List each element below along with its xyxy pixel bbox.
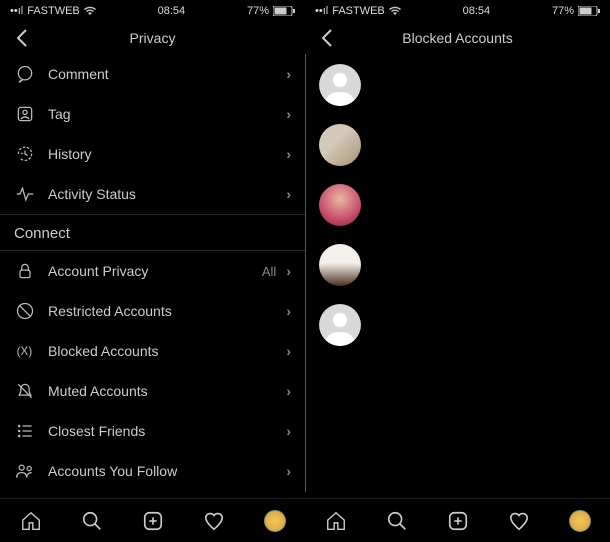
avatar-photo xyxy=(319,184,361,226)
battery-icon xyxy=(273,6,295,16)
page-title: Blocked Accounts xyxy=(402,30,513,46)
lock-icon xyxy=(14,260,36,282)
menu-item-account-privacy[interactable]: Account Privacy All › xyxy=(0,251,305,291)
menu-value: All xyxy=(262,264,276,279)
wifi-icon xyxy=(84,6,96,16)
chevron-right-icon: › xyxy=(286,66,291,82)
nav-create-icon[interactable] xyxy=(446,509,470,533)
menu-label: Comment xyxy=(48,66,286,82)
signal-icon: ••ıl xyxy=(10,5,23,17)
menu-label: Accounts You Follow xyxy=(48,463,286,479)
blocked-icon: (X) xyxy=(14,340,36,362)
avatar-photo xyxy=(319,244,361,286)
nav-home-icon[interactable] xyxy=(324,509,348,533)
menu-item-follow[interactable]: Accounts You Follow › xyxy=(0,451,305,491)
page-title: Privacy xyxy=(130,30,176,46)
nav-profile-icon[interactable] xyxy=(263,509,287,533)
avatar-placeholder xyxy=(319,304,361,346)
chevron-right-icon: › xyxy=(286,106,291,122)
battery-percent: 77% xyxy=(247,5,269,17)
menu-item-activity-status[interactable]: Activity Status › xyxy=(0,174,305,214)
menu-label: History xyxy=(48,146,286,162)
status-time: 08:54 xyxy=(463,5,491,17)
chevron-right-icon: › xyxy=(286,463,291,479)
menu-label: Restricted Accounts xyxy=(48,303,286,319)
blocked-account-item[interactable] xyxy=(319,124,596,166)
comment-icon xyxy=(14,63,36,85)
history-icon: + xyxy=(14,143,36,165)
nav-search-icon[interactable] xyxy=(385,509,409,533)
menu-label: Account Privacy xyxy=(48,263,262,279)
nav-activity-icon[interactable] xyxy=(202,509,226,533)
tag-icon xyxy=(14,103,36,125)
blocked-account-item[interactable] xyxy=(319,304,596,346)
chevron-right-icon: › xyxy=(286,343,291,359)
nav-activity-icon[interactable] xyxy=(507,509,531,533)
back-button[interactable] xyxy=(12,29,32,47)
carrier-label: FASTWEB xyxy=(27,5,80,17)
bottom-nav xyxy=(305,498,610,542)
svg-text:(X): (X) xyxy=(17,345,33,358)
avatar-photo xyxy=(319,124,361,166)
menu-label: Tag xyxy=(48,106,286,122)
menu-item-tag[interactable]: Tag › xyxy=(0,94,305,134)
nav-profile-icon[interactable] xyxy=(568,509,592,533)
closest-icon xyxy=(14,420,36,442)
activity-icon xyxy=(14,183,36,205)
blocked-account-item[interactable] xyxy=(319,64,596,106)
muted-icon xyxy=(14,380,36,402)
menu-item-muted[interactable]: Muted Accounts › xyxy=(0,371,305,411)
blocked-account-item[interactable] xyxy=(319,184,596,226)
svg-text:+: + xyxy=(20,151,24,158)
battery-percent: 77% xyxy=(552,5,574,17)
status-bar: ••ıl FASTWEB 08:54 77% xyxy=(0,0,305,22)
nav-search-icon[interactable] xyxy=(80,509,104,533)
nav-home-icon[interactable] xyxy=(19,509,43,533)
section-header-connect: Connect xyxy=(0,215,305,250)
chevron-right-icon: › xyxy=(286,186,291,202)
menu-label: Closest Friends xyxy=(48,423,286,439)
signal-icon: ••ıl xyxy=(315,5,328,17)
follow-icon xyxy=(14,460,36,482)
chevron-right-icon: › xyxy=(286,303,291,319)
avatar-placeholder xyxy=(319,64,361,106)
menu-label: Muted Accounts xyxy=(48,383,286,399)
wifi-icon xyxy=(389,6,401,16)
chevron-right-icon: › xyxy=(286,263,291,279)
menu-item-restricted[interactable]: Restricted Accounts › xyxy=(0,291,305,331)
status-time: 08:54 xyxy=(158,5,186,17)
chevron-right-icon: › xyxy=(286,383,291,399)
blocked-account-item[interactable] xyxy=(319,244,596,286)
pane-divider xyxy=(305,54,306,492)
restricted-icon xyxy=(14,300,36,322)
chevron-right-icon: › xyxy=(286,423,291,439)
battery-icon xyxy=(578,6,600,16)
menu-item-history[interactable]: + History › xyxy=(0,134,305,174)
status-bar: ••ıl FASTWEB 08:54 77% xyxy=(305,0,610,22)
page-header: Blocked Accounts xyxy=(305,22,610,54)
menu-label: Activity Status xyxy=(48,186,286,202)
chevron-right-icon: › xyxy=(286,146,291,162)
carrier-label: FASTWEB xyxy=(332,5,385,17)
menu-item-blocked[interactable]: (X) Blocked Accounts › xyxy=(0,331,305,371)
page-header: Privacy xyxy=(0,22,305,54)
menu-item-closest-friends[interactable]: Closest Friends › xyxy=(0,411,305,451)
menu-item-comment[interactable]: Comment › xyxy=(0,54,305,94)
bottom-nav xyxy=(0,498,305,542)
back-button[interactable] xyxy=(317,29,337,47)
menu-label: Blocked Accounts xyxy=(48,343,286,359)
nav-create-icon[interactable] xyxy=(141,509,165,533)
